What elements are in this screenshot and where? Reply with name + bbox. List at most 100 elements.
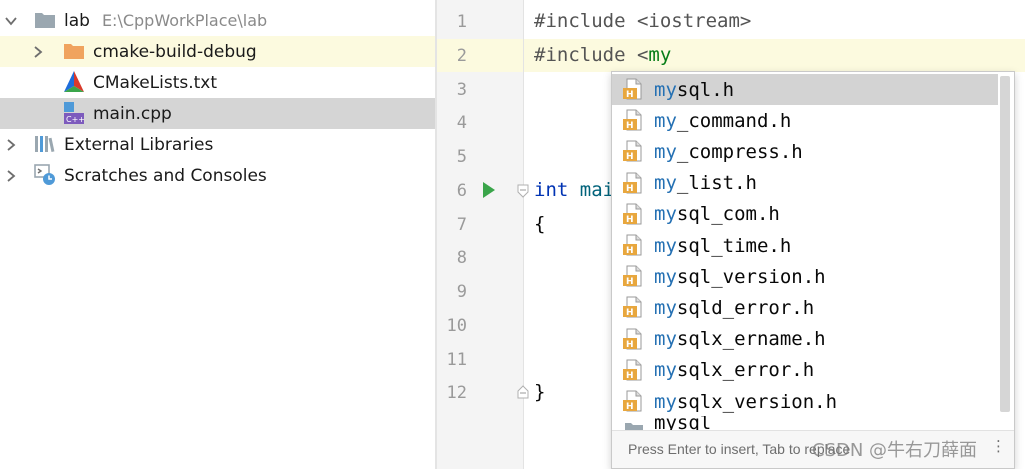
folder-icon <box>623 418 645 430</box>
gutter-line: 7 <box>437 208 523 241</box>
gutter-line: 1 <box>437 5 523 38</box>
completion-item-label: mysql_com.h <box>654 203 780 226</box>
completion-item-label: mysqlx_ername.h <box>654 328 826 351</box>
gutter-line: 9 <box>437 275 523 308</box>
fold-icon[interactable] <box>517 183 529 198</box>
chevron-right-icon[interactable] <box>31 45 45 59</box>
tree-item-main-cpp[interactable]: C++ main.cpp <box>0 98 435 129</box>
gutter-line: 11 <box>437 343 523 376</box>
chevron-down-icon[interactable] <box>4 14 18 28</box>
tree-item-external-libraries[interactable]: External Libraries <box>0 129 435 160</box>
chevron-right-icon[interactable] <box>4 138 18 152</box>
line-number: 4 <box>456 113 467 133</box>
tree-item-label: lab E:\CppWorkPlace\lab <box>64 10 268 31</box>
completion-item-label: my_compress.h <box>654 140 803 163</box>
completion-item[interactable]: Hmy_command.h <box>612 105 998 136</box>
completion-scrollbar-thumb[interactable] <box>1000 76 1010 412</box>
scratches-icon <box>33 163 57 187</box>
header-file-icon: H <box>623 234 645 256</box>
completion-item[interactable]: Hmy_list.h <box>612 168 998 199</box>
svg-text:H: H <box>626 215 634 225</box>
completion-item-label: mysqlx_error.h <box>654 359 815 382</box>
completion-item-label: mysql_time.h <box>654 234 792 257</box>
folder-icon <box>33 8 57 32</box>
more-options-icon[interactable]: ⋮ <box>991 437 1006 455</box>
completion-item-label: mysqlx_version.h <box>654 390 838 413</box>
completion-item[interactable]: Hmy_compress.h <box>612 136 998 167</box>
tree-item-cmake-build-debug[interactable]: cmake-build-debug <box>0 36 435 67</box>
line-number: 6 <box>456 181 467 201</box>
completion-item-label: mysql_version.h <box>654 265 826 288</box>
cpp-file-icon: C++ <box>62 101 86 125</box>
line-number: 5 <box>456 147 467 167</box>
svg-text:H: H <box>626 402 634 412</box>
header-file-icon: H <box>623 296 645 318</box>
header-file-icon: H <box>623 265 645 287</box>
line-number: 2 <box>456 46 467 66</box>
code-line-1[interactable]: #include <iostream> <box>534 5 751 38</box>
gutter-line: 5 <box>437 140 523 173</box>
completion-item[interactable]: Hmysqld_error.h <box>612 292 998 323</box>
code-line-7[interactable]: { <box>534 208 545 241</box>
line-number: 12 <box>446 383 467 403</box>
completion-item[interactable]: Hmysql_version.h <box>612 261 998 292</box>
header-file-icon: H <box>623 203 645 225</box>
line-number: 3 <box>456 80 467 100</box>
completion-item-label: mysqld_error.h <box>654 296 815 319</box>
line-number: 11 <box>446 350 467 370</box>
svg-text:H: H <box>626 371 634 381</box>
svg-text:H: H <box>626 184 634 194</box>
completion-item-label: my_command.h <box>654 109 792 132</box>
code-line-2[interactable]: #include <my <box>534 39 671 72</box>
header-file-icon: H <box>623 359 645 381</box>
project-panel: lab E:\CppWorkPlace\lab cmake-build-debug… <box>0 0 435 469</box>
svg-text:H: H <box>626 308 634 318</box>
svg-text:H: H <box>626 152 634 162</box>
completion-item-label: my_list.h <box>654 172 757 195</box>
tree-item-cmakelists[interactable]: CMakeLists.txt <box>0 67 435 98</box>
gutter-line: 3 <box>437 73 523 106</box>
chevron-right-icon[interactable] <box>4 169 18 183</box>
library-icon <box>33 132 57 156</box>
folder-orange-icon <box>62 39 86 63</box>
fold-icon[interactable] <box>517 384 529 399</box>
tree-item-lab[interactable]: lab E:\CppWorkPlace\lab <box>0 5 435 36</box>
gutter-line: 6 <box>437 174 523 207</box>
code-line-6[interactable]: int mai <box>534 174 614 207</box>
run-icon[interactable] <box>481 181 497 199</box>
gutter-line: 10 <box>437 309 523 342</box>
line-number: 9 <box>456 282 467 302</box>
gutter-line: 12 <box>437 376 523 409</box>
completion-item[interactable]: Hmysqlx_error.h <box>612 355 998 386</box>
header-file-icon: H <box>623 109 645 131</box>
line-number: 8 <box>456 248 467 268</box>
completion-item-partial[interactable]: mysql <box>612 416 998 430</box>
project-path: E:\CppWorkPlace\lab <box>101 10 268 30</box>
tree-item-label: External Libraries <box>64 134 214 155</box>
line-number: 7 <box>456 215 467 235</box>
svg-text:H: H <box>626 340 634 350</box>
svg-text:H: H <box>626 90 634 100</box>
header-file-icon: H <box>623 172 645 194</box>
completion-popup[interactable]: Hmysql.h Hmy_command.h Hmy_compress.h Hmy_l… <box>611 71 1015 469</box>
line-gutter: 1 2 3 4 5 6 7 8 9 10 11 12 <box>437 0 529 469</box>
completion-item-label: mysql.h <box>654 78 735 101</box>
gutter-line-current: 2 <box>437 39 523 72</box>
line-number: 1 <box>456 12 467 32</box>
completion-item[interactable]: Hmysqlx_ername.h <box>612 324 998 355</box>
code-line-12[interactable]: } <box>534 376 545 409</box>
typed-text: my <box>648 44 672 66</box>
svg-text:C++: C++ <box>66 115 85 124</box>
completion-item[interactable]: Hmysql_time.h <box>612 230 998 261</box>
cmake-icon <box>62 70 86 94</box>
header-file-icon: H <box>623 390 645 412</box>
line-number: 10 <box>446 316 467 336</box>
completion-item[interactable]: Hmysql_com.h <box>612 199 998 230</box>
completion-item[interactable]: Hmysql.h <box>612 74 998 105</box>
completion-item[interactable]: Hmysqlx_version.h <box>612 386 998 417</box>
tree-item-scratches[interactable]: Scratches and Consoles <box>0 160 435 191</box>
gutter-line: 4 <box>437 106 523 139</box>
header-file-icon: H <box>623 140 645 162</box>
tree-item-label: CMakeLists.txt <box>93 72 218 93</box>
tree-item-label: cmake-build-debug <box>93 41 257 62</box>
